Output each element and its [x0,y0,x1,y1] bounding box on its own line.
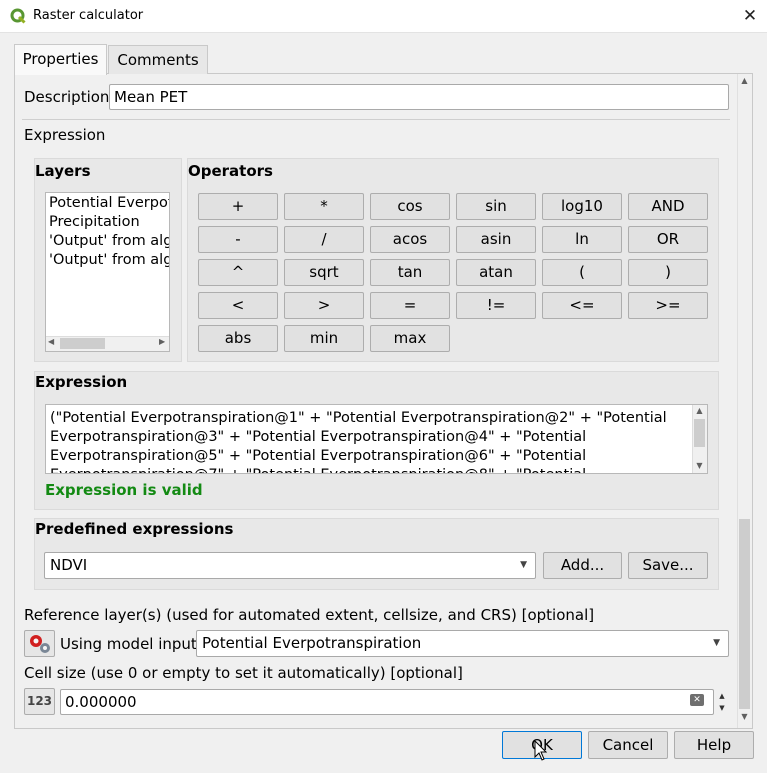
expression-scroll-thumb[interactable] [694,419,705,447]
predefined-select[interactable]: NDVI ▼ [44,552,536,579]
cursor-icon [534,740,547,761]
reference-layer-select[interactable]: Potential Everpotranspiration ▼ [196,630,729,657]
operator-button[interactable]: ) [628,259,708,286]
reference-layer-selected: Potential Everpotranspiration [202,634,422,652]
description-label: Description [24,88,110,106]
operator-button[interactable]: tan [370,259,450,286]
qgis-logo-icon [10,8,26,24]
expression-title: Expression [35,373,128,391]
cancel-button[interactable]: Cancel [588,731,668,759]
operator-button[interactable]: log10 [542,193,622,220]
operator-button[interactable]: >= [628,292,708,319]
spin-arrows-icon[interactable]: ▲ ▼ [715,690,729,714]
expression-textarea[interactable]: ("Potential Everpotranspiration@1" + "Po… [45,404,708,474]
operator-button[interactable]: OR [628,226,708,253]
operator-button[interactable]: ^ [198,259,278,286]
scroll-up-arrow-icon[interactable]: ▲ [737,76,752,85]
operator-button[interactable]: <= [542,292,622,319]
operator-button[interactable]: != [456,292,536,319]
operator-button[interactable]: asin [456,226,536,253]
dropdown-arrow-icon: ▼ [520,560,527,570]
description-input[interactable]: Mean PET [109,84,729,110]
operator-button[interactable]: cos [370,193,450,220]
tab-properties[interactable]: Properties [14,44,107,75]
layer-item[interactable]: Precipitation [49,214,140,230]
operator-button[interactable]: max [370,325,450,352]
layers-list[interactable]: Potential Everpot Precipitation 'Output'… [45,192,170,352]
scroll-up-arrow-icon[interactable]: ▲ [692,406,707,415]
operator-button[interactable]: = [370,292,450,319]
numeric-icon[interactable]: 123 [24,688,55,715]
predefined-title: Predefined expressions [35,520,234,538]
operator-button[interactable]: ( [542,259,622,286]
window-title: Raster calculator [33,8,144,23]
save-expression-button[interactable]: Save... [628,552,708,579]
operator-button[interactable]: sqrt [284,259,364,286]
layer-item[interactable]: Potential Everpot [49,195,169,211]
operator-button[interactable]: / [284,226,364,253]
expression-status: Expression is valid [45,481,203,499]
add-expression-button[interactable]: Add... [543,552,622,579]
expression-section-label: Expression [24,126,106,144]
operator-button[interactable]: < [198,292,278,319]
scroll-right-arrow-icon[interactable]: ▶ [159,337,165,346]
operator-button[interactable]: atan [456,259,536,286]
operator-button[interactable]: - [198,226,278,253]
scroll-down-arrow-icon[interactable]: ▼ [737,712,752,721]
scroll-down-arrow-icon[interactable]: ▼ [692,461,707,470]
operator-button[interactable]: abs [198,325,278,352]
operator-button[interactable]: acos [370,226,450,253]
model-input-label: Using model input [60,635,197,653]
main-scrollbar-thumb[interactable] [739,519,750,709]
operators-title: Operators [188,162,273,180]
model-input-icon[interactable] [24,630,55,657]
divider [22,119,730,120]
operator-button[interactable]: sin [456,193,536,220]
cellsize-input[interactable]: 0.000000 [60,689,714,715]
operator-button[interactable]: * [284,193,364,220]
dropdown-arrow-icon: ▼ [713,638,720,648]
close-icon[interactable]: ✕ [738,5,762,27]
operator-button[interactable]: + [198,193,278,220]
operator-button[interactable]: min [284,325,364,352]
reference-layers-label: Reference layer(s) (used for automated e… [24,606,595,624]
operator-button[interactable]: ln [542,226,622,253]
tab-comments[interactable]: Comments [108,45,208,74]
expression-text: ("Potential Everpotranspiration@1" + "Po… [50,410,667,473]
layers-hscroll-thumb[interactable] [60,338,105,349]
layer-item[interactable]: 'Output' from alg [49,233,169,249]
help-button[interactable]: Help [674,731,754,759]
layer-item[interactable]: 'Output' from alg [49,252,169,268]
cellsize-label: Cell size (use 0 or empty to set it auto… [24,664,463,682]
operator-button[interactable]: AND [628,193,708,220]
predefined-selected: NDVI [50,556,88,574]
clear-icon[interactable]: ✕ [690,694,704,706]
operator-button[interactable]: > [284,292,364,319]
layers-title: Layers [35,162,91,180]
scroll-left-arrow-icon[interactable]: ◀ [48,337,54,346]
